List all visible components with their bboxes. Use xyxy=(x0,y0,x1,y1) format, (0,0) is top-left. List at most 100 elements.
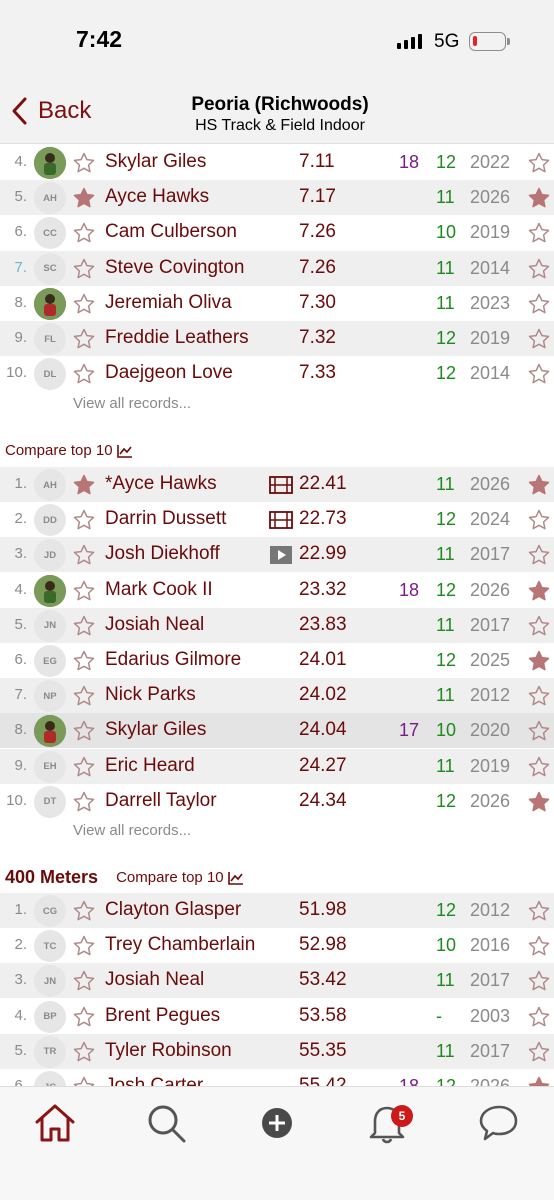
star-outline-icon[interactable] xyxy=(528,1006,550,1028)
star-outline-icon[interactable] xyxy=(528,544,550,566)
star-outline-icon[interactable] xyxy=(73,935,95,957)
table-row[interactable]: 6. JC Josh Carter 55.42 18 12 2026 xyxy=(0,1069,554,1086)
athlete-name[interactable]: Skylar Giles xyxy=(105,151,206,173)
star-outline-icon[interactable] xyxy=(73,970,95,992)
star-outline-icon[interactable] xyxy=(73,152,95,174)
table-row[interactable]: 2. TC Trey Chamberlain 52.98 10 2016 xyxy=(0,928,554,963)
messages-tab[interactable] xyxy=(477,1101,521,1145)
table-row[interactable]: 4. BP Brent Pegues 53.58 - 2003 xyxy=(0,999,554,1034)
athlete-name[interactable]: Cam Culberson xyxy=(105,221,237,243)
athlete-avatar[interactable]: AH xyxy=(34,182,66,215)
athlete-avatar[interactable]: FL xyxy=(34,323,66,355)
home-tab[interactable] xyxy=(33,1101,77,1145)
table-row[interactable]: 8. Skylar Giles 24.04 17 10 2020 xyxy=(0,713,554,749)
add-tab[interactable] xyxy=(255,1101,299,1145)
star-filled-icon[interactable] xyxy=(528,187,550,209)
star-outline-icon[interactable] xyxy=(73,328,95,350)
star-outline-icon[interactable] xyxy=(73,1006,95,1028)
back-button[interactable]: Back xyxy=(10,96,91,126)
table-row[interactable]: 10. DT Darrell Taylor 24.34 12 2026 xyxy=(0,784,554,819)
table-row[interactable]: 4. Mark Cook II 23.32 18 12 2026 xyxy=(0,573,554,608)
star-outline-icon[interactable] xyxy=(73,720,95,742)
athlete-avatar[interactable]: AH xyxy=(34,469,66,501)
athlete-name[interactable]: Josiah Neal xyxy=(105,969,204,991)
table-row[interactable]: 2. DD Darrin Dussett 22.73 12 2024 xyxy=(0,502,554,537)
athlete-avatar[interactable]: DD xyxy=(34,504,66,537)
table-row[interactable]: 1. CG Clayton Glasper 51.98 12 2012 xyxy=(0,893,554,928)
star-outline-icon[interactable] xyxy=(528,615,550,637)
athlete-avatar[interactable]: JD xyxy=(34,539,66,572)
athlete-avatar[interactable] xyxy=(34,147,66,179)
star-outline-icon[interactable] xyxy=(73,293,95,315)
star-outline-icon[interactable] xyxy=(528,152,550,174)
athlete-name[interactable]: Edarius Gilmore xyxy=(105,649,241,671)
table-row[interactable]: 1. AH *Ayce Hawks 22.41 11 2026 xyxy=(0,467,554,502)
athlete-avatar[interactable]: DT xyxy=(34,785,66,818)
athlete-name[interactable]: Trey Chamberlain xyxy=(105,934,255,956)
star-filled-icon[interactable] xyxy=(73,474,95,496)
athlete-avatar[interactable]: CG xyxy=(34,895,66,927)
star-filled-icon[interactable] xyxy=(528,1076,550,1086)
star-outline-icon[interactable] xyxy=(73,258,95,280)
view-all-records-link[interactable]: View all records... xyxy=(73,395,191,412)
athlete-avatar[interactable]: EH xyxy=(34,750,66,783)
athlete-name[interactable]: Darrin Dussett xyxy=(105,508,226,530)
star-filled-icon[interactable] xyxy=(528,474,550,496)
view-all-records-link[interactable]: View all records... xyxy=(73,822,191,839)
athlete-avatar[interactable] xyxy=(34,715,66,748)
star-outline-icon[interactable] xyxy=(73,900,95,922)
athlete-name[interactable]: Darrell Taylor xyxy=(105,790,217,812)
table-row[interactable]: 4. Skylar Giles 7.11 18 12 2022 xyxy=(0,145,554,180)
athlete-name[interactable]: Josiah Neal xyxy=(105,614,204,636)
athlete-name[interactable]: Skylar Giles xyxy=(105,719,206,741)
athlete-name[interactable]: Daejgeon Love xyxy=(105,362,233,384)
star-outline-icon[interactable] xyxy=(73,1041,95,1063)
athlete-name[interactable]: Clayton Glasper xyxy=(105,899,241,921)
table-row[interactable]: 7. NP Nick Parks 24.02 11 2012 xyxy=(0,678,554,714)
star-outline-icon[interactable] xyxy=(73,580,95,602)
table-row[interactable]: 6. EG Edarius Gilmore 24.01 12 2025 xyxy=(0,643,554,678)
athlete-name[interactable]: Tyler Robinson xyxy=(105,1040,232,1062)
athlete-avatar[interactable] xyxy=(34,287,66,320)
star-outline-icon[interactable] xyxy=(528,222,550,244)
table-row[interactable]: 5. JN Josiah Neal 23.83 11 2017 xyxy=(0,607,554,643)
table-row[interactable]: 6. CC Cam Culberson 7.26 10 2019 xyxy=(0,215,554,250)
table-row[interactable]: 3. JN Josiah Neal 53.42 11 2017 xyxy=(0,963,554,999)
table-row[interactable]: 9. EH Eric Heard 24.27 11 2019 xyxy=(0,748,554,784)
athlete-name[interactable]: Freddie Leathers xyxy=(105,327,249,349)
athlete-avatar[interactable]: NP xyxy=(34,680,66,713)
star-outline-icon[interactable] xyxy=(528,293,550,315)
athlete-name[interactable]: Jeremiah Oliva xyxy=(105,292,232,314)
athlete-name[interactable]: Steve Covington xyxy=(105,257,244,279)
star-outline-icon[interactable] xyxy=(73,544,95,566)
table-row[interactable]: 10. DL Daejgeon Love 7.33 12 2014 xyxy=(0,356,554,391)
star-outline-icon[interactable] xyxy=(73,650,95,672)
table-row[interactable]: 7. SC Steve Covington 7.26 11 2014 xyxy=(0,250,554,286)
star-outline-icon[interactable] xyxy=(528,363,550,385)
film-icon[interactable] xyxy=(269,474,293,496)
athlete-avatar[interactable]: JN xyxy=(34,609,66,642)
search-tab[interactable] xyxy=(144,1101,188,1145)
athlete-avatar[interactable]: JC xyxy=(34,1071,66,1086)
star-outline-icon[interactable] xyxy=(73,1076,95,1086)
film-icon[interactable] xyxy=(269,509,293,531)
video-play-icon[interactable] xyxy=(269,544,293,566)
table-row[interactable]: 3. JD Josh Diekhoff 22.99 11 2017 xyxy=(0,537,554,573)
athlete-name[interactable]: Mark Cook II xyxy=(105,579,213,601)
athlete-avatar[interactable]: EG xyxy=(34,645,66,677)
star-outline-icon[interactable] xyxy=(528,970,550,992)
star-outline-icon[interactable] xyxy=(528,1041,550,1063)
table-row[interactable]: 8. Jeremiah Oliva 7.30 11 2023 xyxy=(0,286,554,321)
star-filled-icon[interactable] xyxy=(528,580,550,602)
athlete-avatar[interactable]: BP xyxy=(34,1000,66,1033)
star-filled-icon[interactable] xyxy=(528,650,550,672)
table-row[interactable]: 9. FL Freddie Leathers 7.32 12 2019 xyxy=(0,321,554,356)
athlete-avatar[interactable]: CC xyxy=(34,217,66,250)
table-row[interactable]: 5. AH Ayce Hawks 7.17 11 2026 xyxy=(0,180,554,216)
athlete-avatar[interactable]: SC xyxy=(34,252,66,285)
athlete-name[interactable]: Brent Pegues xyxy=(105,1005,220,1027)
athlete-name[interactable]: Josh Carter xyxy=(105,1075,203,1086)
star-outline-icon[interactable] xyxy=(528,900,550,922)
table-row[interactable]: 5. TR Tyler Robinson 55.35 11 2017 xyxy=(0,1033,554,1069)
star-outline-icon[interactable] xyxy=(73,222,95,244)
